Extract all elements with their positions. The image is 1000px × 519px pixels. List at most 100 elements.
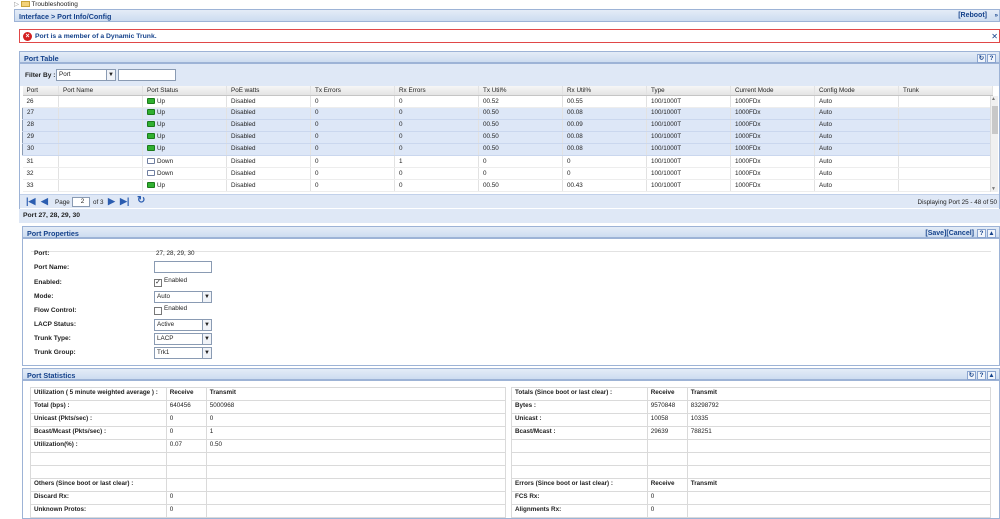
util-receive-head: Receive bbox=[165, 387, 207, 401]
table-row[interactable]: 28 Up Disabled 0 0 00.50 00.09 100/1000T 1000FDx… bbox=[22, 119, 993, 132]
col-tx-util[interactable]: Tx Util% bbox=[478, 86, 563, 96]
port-value: 27, 28, 29, 30 bbox=[156, 250, 195, 257]
cell-port-status: Up bbox=[142, 95, 227, 108]
chevron-down-icon[interactable]: ▼ bbox=[202, 334, 211, 344]
scroll-down-icon[interactable]: ▼ bbox=[991, 186, 996, 192]
trunk-type-label: Trunk Type: bbox=[34, 335, 71, 342]
col-type[interactable]: Type bbox=[646, 86, 731, 96]
cell-trunk bbox=[898, 131, 993, 144]
fcs-value: 0 bbox=[646, 491, 688, 505]
cell-port-status: Up bbox=[142, 107, 227, 120]
cell-config-mode: Auto bbox=[814, 95, 899, 108]
col-current-mode[interactable]: Current Mode bbox=[730, 86, 815, 96]
collapse-icon[interactable]: ▲ bbox=[987, 371, 996, 380]
expand-arrow-icon[interactable]: ▷ bbox=[14, 1, 19, 8]
enabled-checkbox[interactable]: ✓ bbox=[154, 279, 162, 287]
enabled-text: Enabled bbox=[164, 277, 188, 284]
table-row[interactable]: 30 Up Disabled 0 0 00.50 00.08 100/1000T 1000FDx… bbox=[22, 143, 993, 156]
lacp-status-select[interactable]: Active ▼ bbox=[154, 319, 212, 331]
table-row[interactable]: 33 Up Disabled 0 0 00.50 00.43 100/1000T 1000FDx… bbox=[22, 179, 993, 192]
cell-port-name bbox=[58, 131, 143, 144]
col-rx-util[interactable]: Rx Util% bbox=[562, 86, 647, 96]
port-table-header: Port Table ↻? bbox=[19, 51, 1000, 63]
unicast-pps-tx: 0 bbox=[205, 413, 507, 427]
cell-tx-errors: 0 bbox=[310, 95, 395, 108]
cell-rx-errors: 0 bbox=[394, 119, 479, 132]
scroll-up-icon[interactable]: ▲ bbox=[991, 96, 996, 102]
col-port[interactable]: Port bbox=[22, 86, 59, 96]
lacp-status-label: LACP Status: bbox=[34, 321, 77, 328]
refresh-icon[interactable]: ↻ bbox=[977, 54, 986, 63]
flow-control-checkbox[interactable] bbox=[154, 307, 162, 315]
cell-tx-util: 00.50 bbox=[478, 107, 563, 120]
util-pct-label: Utilization(%) : bbox=[30, 439, 167, 453]
cell-rx-util: 00.08 bbox=[562, 143, 647, 156]
cell-trunk bbox=[898, 167, 993, 180]
chevron-down-icon[interactable]: ▼ bbox=[202, 348, 211, 358]
totals-table: Totals (Since boot or last clear) : Recei… bbox=[511, 387, 992, 518]
cell-rx-errors: 0 bbox=[394, 95, 479, 108]
chevron-down-icon[interactable]: ▼ bbox=[202, 292, 211, 302]
col-port-name[interactable]: Port Name bbox=[58, 86, 143, 96]
cell-port-status: Down bbox=[142, 167, 227, 180]
cell-type: 100/1000T bbox=[646, 143, 731, 156]
table-row[interactable]: 32 Down Disabled 0 0 0 0 100/1000T 1000FDx Auto bbox=[22, 167, 993, 180]
filter-select[interactable]: Port ▼ bbox=[56, 69, 116, 81]
port-up-icon bbox=[147, 145, 155, 152]
col-trunk[interactable]: Trunk bbox=[898, 86, 993, 96]
last-page-icon[interactable]: ▶| bbox=[120, 196, 129, 207]
chevron-down-icon[interactable]: ▼ bbox=[202, 320, 211, 330]
cell-trunk bbox=[898, 143, 993, 156]
help-icon[interactable]: ? bbox=[977, 229, 986, 238]
next-page-icon[interactable]: ▶ bbox=[108, 196, 115, 207]
cell-rx-errors: 0 bbox=[394, 131, 479, 144]
cancel-link[interactable]: [Cancel] bbox=[946, 230, 974, 237]
refresh-icon[interactable]: ↻ bbox=[967, 371, 976, 380]
chevron-down-icon[interactable]: ▼ bbox=[106, 70, 115, 80]
cell-trunk bbox=[898, 107, 993, 120]
cell-tx-util: 0 bbox=[478, 167, 563, 180]
trunk-group-select[interactable]: Trk1 ▼ bbox=[154, 347, 212, 359]
cell-current-mode: 1000FDx bbox=[730, 155, 815, 168]
table-row[interactable]: 27 Up Disabled 0 0 00.50 00.08 100/1000T 1000FDx… bbox=[22, 107, 993, 120]
bcast-pps-tx: 1 bbox=[205, 426, 507, 440]
collapse-icon[interactable]: ▲ bbox=[987, 229, 996, 238]
first-page-icon[interactable]: |◀ bbox=[26, 196, 35, 207]
help-icon[interactable]: ? bbox=[977, 371, 986, 380]
col-tx-errors[interactable]: Tx Errors bbox=[310, 86, 395, 96]
trunk-type-select[interactable]: LACP ▼ bbox=[154, 333, 212, 345]
port-name-input[interactable] bbox=[154, 261, 212, 273]
help-icon[interactable]: ? bbox=[987, 54, 996, 63]
col-rx-errors[interactable]: Rx Errors bbox=[394, 86, 479, 96]
table-row[interactable]: 31 Down Disabled 0 1 0 0 100/1000T 1000FDx Auto bbox=[22, 155, 993, 168]
table-row[interactable]: 26 Up Disabled 0 0 00.52 00.55 100/1000T 1000FDx… bbox=[22, 95, 993, 108]
port-up-icon bbox=[147, 181, 155, 188]
reboot-link[interactable]: [Reboot] bbox=[958, 12, 987, 19]
unknown-protos-label: Unknown Protos: bbox=[30, 504, 167, 518]
cell-rx-errors: 1 bbox=[394, 155, 479, 168]
bcast-pps-rx: 0 bbox=[165, 426, 207, 440]
selection-title: Port 27, 28, 29, 30 bbox=[19, 209, 1000, 223]
unknown-protos-value: 0 bbox=[165, 504, 207, 518]
table-scrollbar[interactable]: ▲ ▼ bbox=[990, 96, 998, 192]
save-link[interactable]: [Save] bbox=[925, 230, 946, 237]
cell-port-name bbox=[58, 107, 143, 120]
collapse-icon[interactable]: » bbox=[995, 13, 998, 19]
cell-current-mode: 1000FDx bbox=[730, 107, 815, 120]
table-row[interactable]: 29 Up Disabled 0 0 00.50 00.08 100/1000T 1000FDx… bbox=[22, 131, 993, 144]
col-config-mode[interactable]: Config Mode bbox=[814, 86, 899, 96]
page-input[interactable]: 2 bbox=[72, 197, 90, 207]
port-statistics-header: Port Statistics ↻? ▲ bbox=[22, 368, 1000, 380]
filter-input[interactable] bbox=[118, 69, 176, 81]
others-head: Others (Since boot or last clear) : bbox=[30, 478, 167, 492]
mode-select[interactable]: Auto ▼ bbox=[154, 291, 212, 303]
col-poe-watts[interactable]: PoE watts bbox=[226, 86, 311, 96]
port-properties-header: Port Properties [Save][Cancel] ? ▲ bbox=[22, 226, 1000, 238]
cell-port-name bbox=[58, 143, 143, 156]
refresh-icon[interactable]: ↻ bbox=[137, 195, 145, 206]
prev-page-icon[interactable]: ◀ bbox=[41, 196, 48, 207]
scrollbar-thumb[interactable] bbox=[992, 106, 998, 134]
tree-item-troubleshooting[interactable]: ▷ Troubleshooting bbox=[14, 0, 78, 9]
col-port-status[interactable]: Port Status bbox=[142, 86, 227, 96]
close-icon[interactable]: ✕ bbox=[991, 32, 998, 41]
